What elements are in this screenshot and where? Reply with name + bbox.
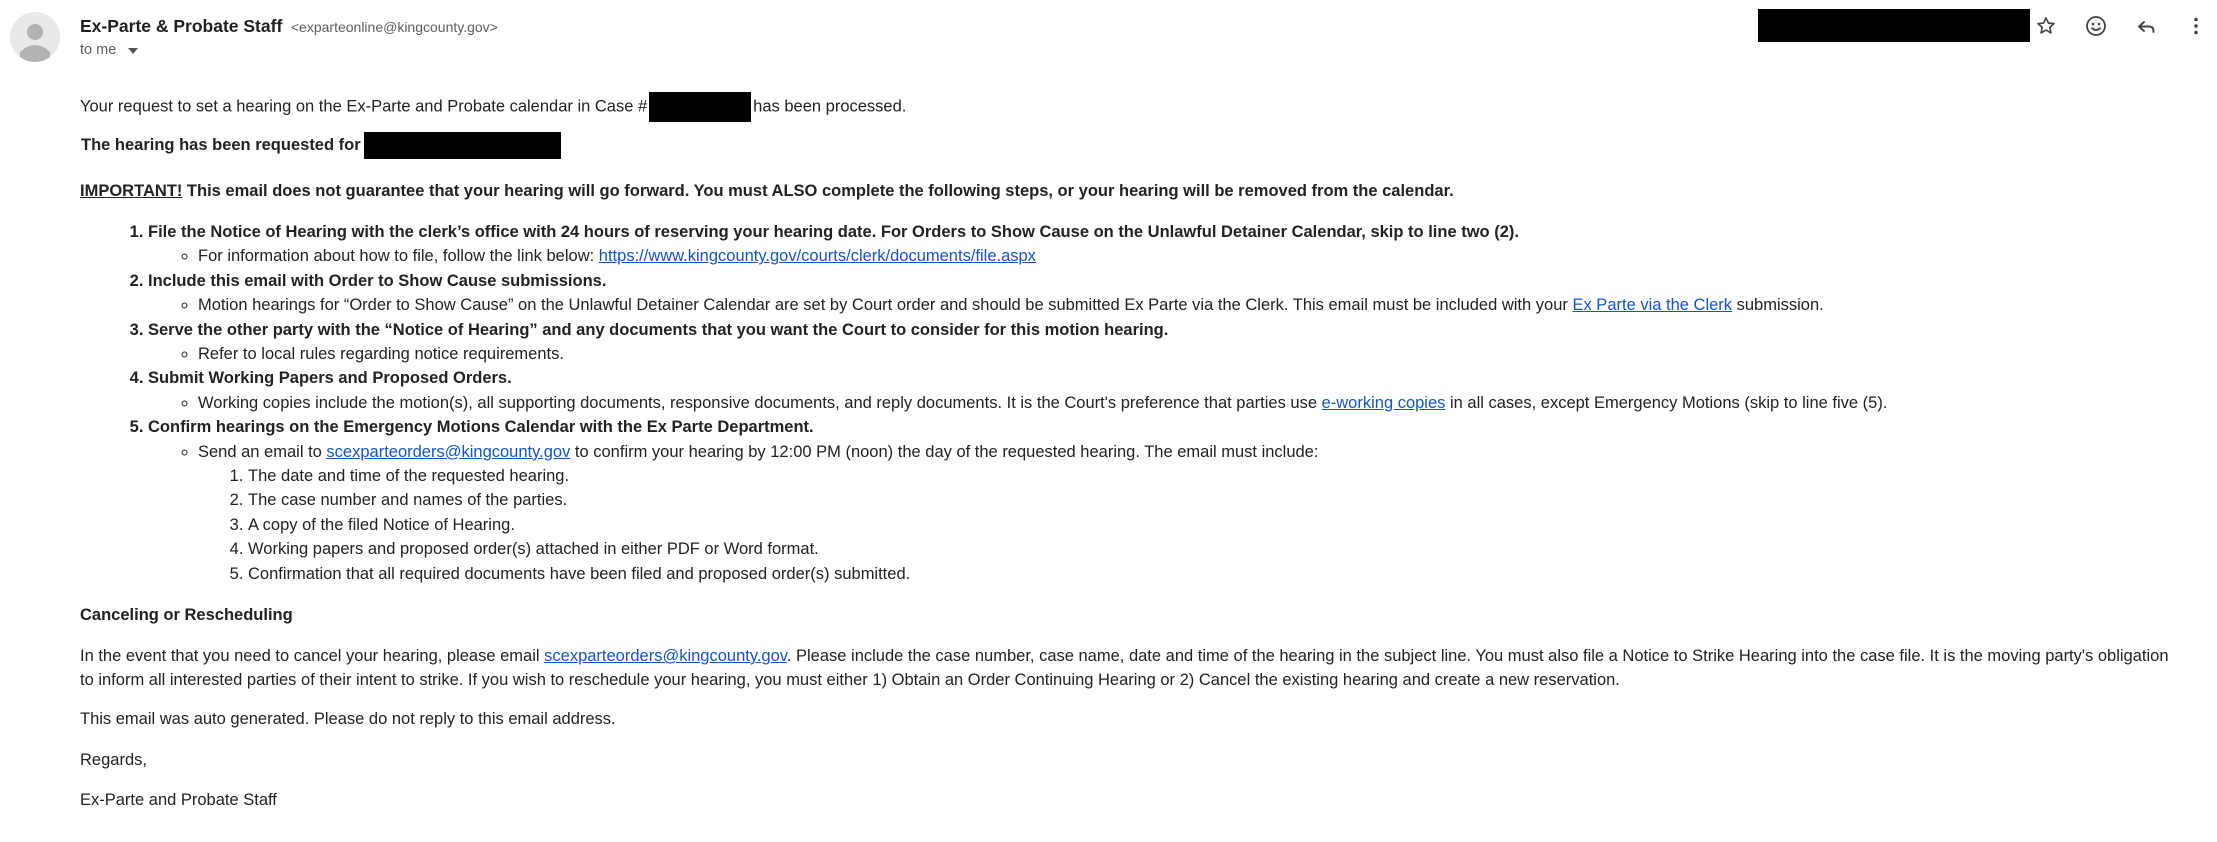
step-sublist: Working copies include the motion(s), al… bbox=[148, 391, 1887, 415]
reply-icon[interactable] bbox=[2132, 12, 2160, 40]
cancel-paragraph: In the event that you need to cancel you… bbox=[80, 644, 2180, 692]
step-detail-text: For information about how to file, follo… bbox=[198, 247, 599, 266]
step-sublist: Refer to local rules regarding notice re… bbox=[148, 342, 1887, 366]
step-title: File the Notice of Hearing with the cler… bbox=[148, 223, 1519, 241]
sender-line: Ex-Parte & Probate Staff <exparteonline@… bbox=[80, 16, 498, 37]
redacted-hearing-date bbox=[363, 132, 561, 159]
step-detail: Send an email to scexparteorders@kingcou… bbox=[198, 440, 1887, 586]
list-item: The date and time of the requested heari… bbox=[248, 464, 1887, 488]
list-item: Working papers and proposed order(s) att… bbox=[248, 537, 1887, 561]
step-title: Include this email with Order to Show Ca… bbox=[148, 271, 607, 290]
important-label: IMPORTANT! bbox=[80, 182, 183, 200]
intro-text-end: has been processed. bbox=[753, 97, 907, 116]
redacted-date bbox=[1758, 9, 2030, 42]
list-item: The case number and names of the parties… bbox=[248, 488, 1887, 512]
step-working-papers: Submit Working Papers and Proposed Order… bbox=[148, 366, 1887, 415]
emoji-icon[interactable] bbox=[2082, 12, 2110, 40]
regards-line: Regards, bbox=[80, 751, 147, 769]
step-detail: Working copies include the motion(s), al… bbox=[198, 391, 1887, 415]
required-items-list: The date and time of the requested heari… bbox=[198, 464, 1887, 586]
cancel-text: In the event that you need to cancel you… bbox=[80, 647, 545, 665]
step-detail-text: Working copies include the motion(s), al… bbox=[198, 393, 1322, 412]
chevron-down-icon[interactable] bbox=[128, 47, 139, 54]
step-detail: For information about how to file, follo… bbox=[198, 244, 1887, 268]
e-working-copies-link[interactable]: e-working copies bbox=[1322, 394, 1446, 412]
sender-name[interactable]: Ex-Parte & Probate Staff bbox=[80, 16, 282, 36]
important-notice: IMPORTANT! This email does not guarantee… bbox=[80, 182, 1454, 201]
list-item: Confirmation that all required documents… bbox=[248, 562, 1887, 586]
sender-avatar[interactable] bbox=[10, 12, 60, 62]
step-file-notice: File the Notice of Hearing with the cler… bbox=[148, 220, 1887, 269]
step-detail: Motion hearings for “Order to Show Cause… bbox=[198, 293, 1887, 317]
step-detail-text: Refer to local rules regarding notice re… bbox=[198, 345, 564, 364]
step-serve-party: Serve the other party with the “Notice o… bbox=[148, 318, 1887, 367]
sender-email: <exparteonline@kingcounty.gov> bbox=[290, 19, 498, 35]
to-label: to me bbox=[80, 42, 117, 58]
scexparteorders-email-link[interactable]: scexparteorders@kingcounty.gov bbox=[326, 443, 570, 461]
requested-for-label: The hearing has been requested for bbox=[81, 135, 361, 154]
step-detail-text-end: in all cases, except Emergency Motions (… bbox=[1445, 393, 1888, 412]
step-detail-text: Send an email to bbox=[198, 442, 327, 461]
list-item: A copy of the filed Notice of Hearing. bbox=[248, 513, 1887, 537]
recipients-toggle[interactable]: to me bbox=[80, 42, 139, 58]
step-title: Serve the other party with the “Notice o… bbox=[148, 320, 1169, 339]
requested-for-line: The hearing has been requested for bbox=[81, 132, 561, 159]
step-detail-text-end: to confirm your hearing by 12:00 PM (noo… bbox=[570, 442, 1319, 461]
auto-generated-note: This email was auto generated. Please do… bbox=[80, 710, 616, 728]
steps-list: File the Notice of Hearing with the cler… bbox=[80, 220, 1887, 586]
intro-paragraph: Your request to set a hearing on the Ex-… bbox=[80, 92, 906, 122]
ex-parte-via-clerk-link[interactable]: Ex Parte via the Clerk bbox=[1572, 296, 1732, 314]
person-icon bbox=[20, 24, 50, 62]
more-vert-icon[interactable] bbox=[2182, 12, 2210, 40]
step-title: Confirm hearings on the Emergency Motion… bbox=[148, 418, 814, 437]
cancel-section-title: Canceling or Rescheduling bbox=[80, 606, 293, 624]
step-detail-text-end: submission. bbox=[1732, 296, 1824, 315]
redacted-case-number bbox=[649, 92, 752, 122]
intro-text: Your request to set a hearing on the Ex-… bbox=[80, 97, 648, 116]
step-detail: Refer to local rules regarding notice re… bbox=[198, 342, 1887, 366]
step-sublist: For information about how to file, follo… bbox=[148, 244, 1887, 268]
step-sublist: Send an email to scexparteorders@kingcou… bbox=[148, 440, 1887, 586]
star-icon[interactable] bbox=[2032, 12, 2060, 40]
important-text: This email does not guarantee that your … bbox=[182, 182, 1454, 200]
file-link[interactable]: https://www.kingcounty.gov/courts/clerk/… bbox=[599, 247, 1036, 265]
step-include-email: Include this email with Order to Show Ca… bbox=[148, 269, 1887, 318]
step-confirm-hearings: Confirm hearings on the Emergency Motion… bbox=[148, 415, 1887, 586]
step-title: Submit Working Papers and Proposed Order… bbox=[148, 369, 512, 388]
signature-line: Ex-Parte and Probate Staff bbox=[80, 791, 277, 809]
step-sublist: Motion hearings for “Order to Show Cause… bbox=[148, 293, 1887, 317]
cancel-email-link[interactable]: scexparteorders@kingcounty.gov bbox=[544, 647, 787, 665]
step-detail-text: Motion hearings for “Order to Show Cause… bbox=[198, 296, 1573, 315]
